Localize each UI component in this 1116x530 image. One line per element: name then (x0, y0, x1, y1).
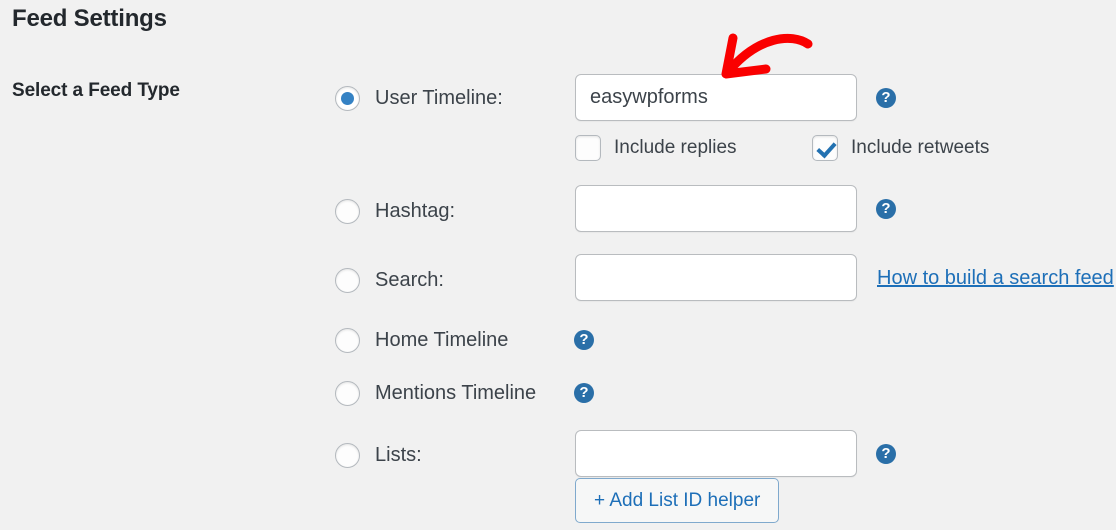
feed-type-option-search[interactable]: Search: (335, 268, 444, 293)
radio-hashtag[interactable] (335, 199, 360, 224)
help-icon-user-timeline[interactable]: ? (876, 88, 896, 108)
feed-type-option-hashtag[interactable]: Hashtag: (335, 199, 455, 224)
feed-type-option-lists[interactable]: Lists: (335, 443, 422, 468)
radio-mentions-timeline[interactable] (335, 381, 360, 406)
radio-label-user-timeline: User Timeline: (375, 87, 503, 109)
radio-user-timeline[interactable] (335, 86, 360, 111)
lists-input[interactable] (575, 430, 857, 477)
add-list-id-helper-button[interactable]: + Add List ID helper (575, 478, 780, 523)
feed-settings-page: Feed Settings Select a Feed Type User Ti… (0, 0, 1116, 530)
page-title: Feed Settings (12, 5, 167, 32)
radio-label-lists: Lists: (375, 444, 422, 466)
user-timeline-input[interactable] (575, 74, 857, 121)
feed-type-option-user-timeline[interactable]: User Timeline: (335, 86, 503, 111)
help-icon-hashtag[interactable]: ? (876, 199, 896, 219)
include-retweets-option[interactable]: Include retweets (812, 135, 989, 161)
radio-lists[interactable] (335, 443, 360, 468)
help-icon-home-timeline[interactable]: ? (574, 330, 594, 350)
radio-label-mentions-timeline: Mentions Timeline (375, 382, 537, 404)
label-include-replies: Include replies (614, 137, 737, 158)
radio-label-search: Search: (375, 269, 444, 291)
checkbox-include-replies[interactable] (575, 135, 601, 161)
hashtag-input[interactable] (575, 185, 857, 232)
checkbox-include-retweets[interactable] (812, 135, 838, 161)
radio-home-timeline[interactable] (335, 328, 360, 353)
help-icon-mentions-timeline[interactable]: ? (574, 383, 594, 403)
radio-label-home-timeline: Home Timeline (375, 329, 509, 351)
include-replies-option[interactable]: Include replies (575, 135, 737, 161)
select-feed-type-label: Select a Feed Type (12, 80, 180, 101)
search-input[interactable] (575, 254, 857, 301)
radio-search[interactable] (335, 268, 360, 293)
help-icon-lists[interactable]: ? (876, 444, 896, 464)
radio-label-hashtag: Hashtag: (375, 200, 456, 222)
label-include-retweets: Include retweets (851, 137, 990, 158)
feed-type-option-home-timeline[interactable]: Home Timeline (335, 328, 508, 353)
feed-type-option-mentions-timeline[interactable]: Mentions Timeline (335, 381, 536, 406)
how-to-build-search-feed-link[interactable]: How to build a search feed (877, 267, 1114, 290)
